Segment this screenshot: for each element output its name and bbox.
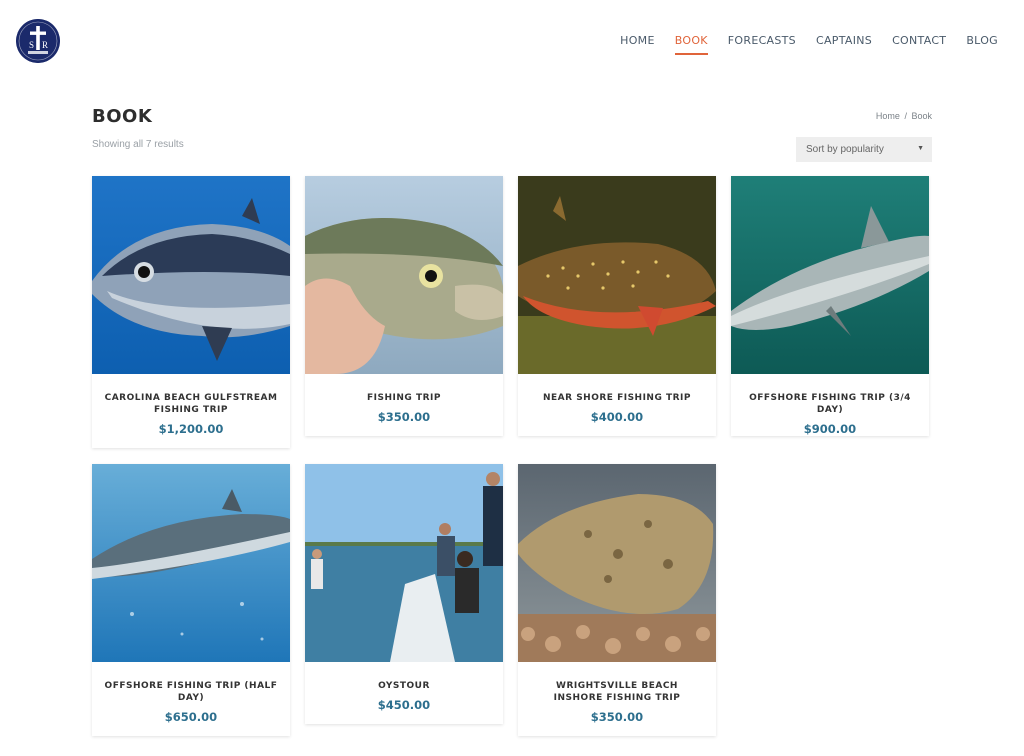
product-price: $350.00 (377, 410, 431, 424)
site-logo[interactable]: S R (16, 19, 60, 63)
product-name[interactable]: OFFSHORE FISHING TRIP (HALF DAY) (104, 680, 278, 704)
product-image-trout[interactable] (518, 176, 716, 374)
breadcrumb-separator: / (904, 111, 907, 121)
logo-letter-s: S (29, 40, 34, 50)
breadcrumb: Home / Book (876, 111, 932, 121)
nav-item-captains[interactable]: CAPTAINS (816, 34, 872, 55)
nav-item-contact[interactable]: CONTACT (892, 34, 946, 55)
breadcrumb-current: Book (911, 111, 932, 121)
nav-item-book[interactable]: BOOK (674, 34, 708, 55)
product-image-shark[interactable] (731, 176, 929, 374)
breadcrumb-home-link[interactable]: Home (876, 111, 900, 121)
product-card[interactable]: OFFSHORE FISHING TRIP (HALF DAY) $650.00 (92, 464, 290, 736)
product-image-bluefish[interactable] (305, 176, 503, 374)
product-name[interactable]: OFFSHORE FISHING TRIP (3/4 DAY) (743, 392, 917, 416)
product-price: $450.00 (377, 698, 431, 712)
main-nav: HOME BOOK FORECASTS CAPTAINS CONTACT BLO… (600, 34, 998, 55)
sort-select[interactable]: Sort by popularity ▼ (796, 137, 932, 162)
nav-item-forecasts[interactable]: FORECASTS (728, 34, 796, 55)
product-image-mackerel[interactable] (92, 464, 290, 662)
product-card[interactable]: NEAR SHORE FISHING TRIP $400.00 (518, 176, 716, 436)
product-image-boat[interactable] (305, 464, 503, 662)
product-card[interactable]: FISHING TRIP $350.00 (305, 176, 503, 436)
caret-down-icon: ▼ (917, 145, 924, 152)
product-name[interactable]: WRIGHTSVILLE BEACH INSHORE FISHING TRIP (530, 680, 704, 704)
nav-item-home[interactable]: HOME (620, 34, 655, 55)
product-name[interactable]: FISHING TRIP (317, 392, 491, 404)
product-name[interactable]: NEAR SHORE FISHING TRIP (530, 392, 704, 404)
product-card[interactable]: OFFSHORE FISHING TRIP (3/4 DAY) $900.00 (731, 176, 929, 436)
nav-item-blog[interactable]: BLOG (966, 34, 998, 55)
page-title: BOOK (92, 106, 153, 127)
product-image-tuna[interactable] (92, 176, 290, 374)
product-price: $900.00 (803, 422, 857, 436)
results-count: Showing all 7 results (92, 139, 184, 150)
product-name[interactable]: OYSTOUR (317, 680, 491, 692)
product-card[interactable]: WRIGHTSVILLE BEACH INSHORE FISHING TRIP … (518, 464, 716, 736)
product-price: $350.00 (590, 710, 644, 724)
product-image-flounder[interactable] (518, 464, 716, 662)
logo-letter-r: R (42, 40, 48, 50)
product-price: $650.00 (164, 710, 218, 724)
product-card[interactable]: OYSTOUR $450.00 (305, 464, 503, 724)
product-card[interactable]: CAROLINA BEACH GULFSTREAM FISHING TRIP $… (92, 176, 290, 448)
sort-selected-value: Sort by popularity (806, 144, 884, 155)
product-price: $400.00 (590, 410, 644, 424)
product-price: $1,200.00 (158, 422, 224, 436)
product-name[interactable]: CAROLINA BEACH GULFSTREAM FISHING TRIP (104, 392, 278, 416)
